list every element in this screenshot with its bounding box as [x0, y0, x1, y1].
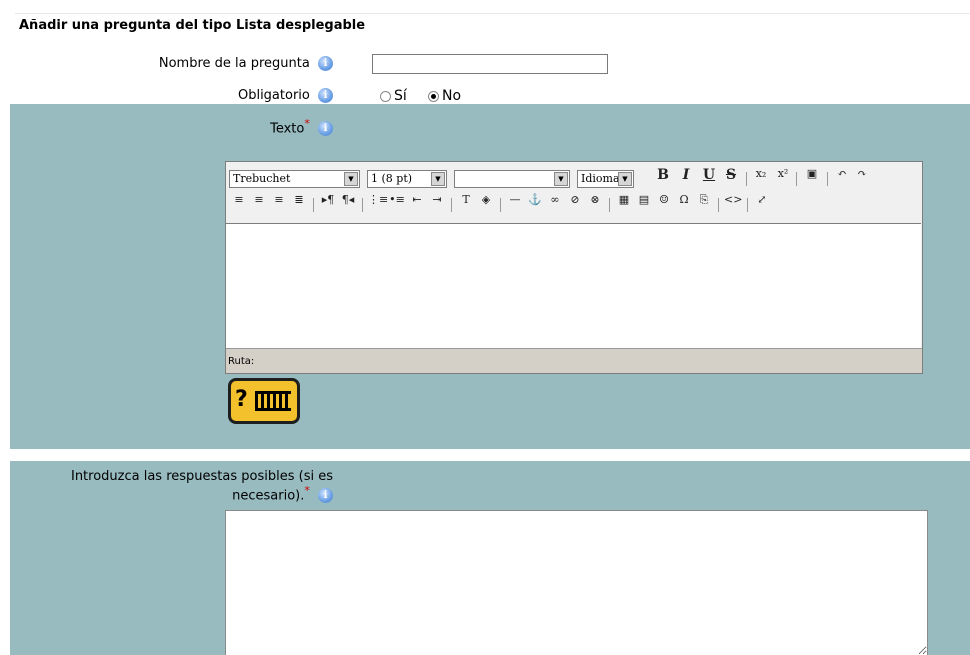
- toolbar-separator: [609, 198, 610, 212]
- toolbar-separator: [362, 198, 363, 212]
- answers-label-line2: necesario).: [232, 488, 305, 504]
- page-title: Añadir una pregunta del tipo Lista despl…: [19, 18, 366, 33]
- editor-toolbar-top: Trebuchet ▼ 1 (8 pt) ▼ ▼ Idioma ▼ B I U S x…: [226, 162, 922, 188]
- clean-word-icon[interactable]: ▣: [803, 167, 821, 189]
- format-select[interactable]: ▼: [454, 170, 570, 188]
- toolbar-separator: [313, 198, 314, 212]
- editor-content-area[interactable]: [226, 223, 921, 348]
- text-color-icon[interactable]: T: [457, 193, 475, 215]
- header-rule: [15, 13, 970, 14]
- chevron-down-icon[interactable]: ▼: [554, 172, 568, 186]
- editor-toolbar-bottom: ≡ ≡ ≡ ≣ ▸¶ ¶◂ ⋮≡ •≡ ⇤ ⇥ T ◈ — ⚓ ∞ ⊘ ⊗ ▦ …: [226, 188, 922, 222]
- question-mark-icon: ?: [235, 387, 248, 412]
- unordered-list-icon[interactable]: •≡: [388, 193, 406, 215]
- font-size-select[interactable]: 1 (8 pt) ▼: [367, 170, 447, 188]
- info-icon[interactable]: i: [318, 88, 333, 103]
- insert-table-icon[interactable]: ▤: [635, 193, 653, 215]
- insert-special-char-icon[interactable]: Ω: [675, 193, 693, 215]
- html-source-icon[interactable]: <>: [724, 193, 742, 215]
- align-center-icon[interactable]: ≡: [250, 193, 268, 215]
- toolbar-separator: [747, 198, 748, 212]
- radio-no[interactable]: No: [428, 88, 461, 104]
- chevron-down-icon[interactable]: ▼: [344, 172, 358, 186]
- align-left-icon[interactable]: ≡: [230, 193, 248, 215]
- justify-icon[interactable]: ≣: [290, 193, 308, 215]
- ltr-icon[interactable]: ▸¶: [319, 193, 337, 215]
- question-name-input[interactable]: [372, 54, 608, 74]
- info-icon[interactable]: i: [318, 56, 333, 71]
- question-name-label-row: Nombre de la pregunta i: [159, 56, 333, 71]
- chevron-down-icon[interactable]: ▼: [431, 172, 445, 186]
- info-icon[interactable]: i: [318, 488, 333, 504]
- redo-icon[interactable]: ↷: [853, 167, 871, 189]
- answers-label-block: Introduzca las respuestas posibles (si e…: [70, 469, 333, 504]
- keyboard-icon: [255, 391, 291, 411]
- superscript-icon[interactable]: x²: [774, 167, 792, 189]
- html-editor: Trebuchet ▼ 1 (8 pt) ▼ ▼ Idioma ▼ B I U S x…: [225, 161, 923, 374]
- undo-icon[interactable]: ↶: [833, 167, 851, 189]
- text-label-row: Texto* i: [270, 117, 333, 137]
- strikethrough-icon[interactable]: S: [722, 167, 740, 189]
- anchor-icon[interactable]: ⚓: [526, 193, 544, 215]
- insert-smiley-icon[interactable]: ☺: [655, 193, 673, 215]
- unlink-icon[interactable]: ⊘: [566, 193, 584, 215]
- underline-icon[interactable]: U: [700, 167, 718, 189]
- toolbar-separator: [796, 172, 797, 186]
- subscript-icon[interactable]: x₂: [752, 167, 770, 189]
- font-family-value: Trebuchet: [233, 172, 291, 185]
- chevron-down-icon[interactable]: ▼: [618, 172, 632, 186]
- radio-yes-label: Sí: [394, 88, 407, 104]
- required-label-row: Obligatorio i: [238, 88, 333, 103]
- question-name-label: Nombre de la pregunta: [158, 56, 310, 71]
- answers-textarea[interactable]: [225, 510, 928, 655]
- background-color-icon[interactable]: ◈: [477, 193, 495, 215]
- toolbar-separator: [746, 172, 747, 186]
- radio-no-circle[interactable]: [428, 90, 439, 102]
- fullscreen-icon[interactable]: ⤢: [753, 193, 771, 215]
- indent-icon[interactable]: ⇥: [428, 193, 446, 215]
- search-replace-icon[interactable]: ⎘: [695, 193, 713, 215]
- bold-icon[interactable]: B: [654, 167, 672, 189]
- editor-path-bar: Ruta:: [226, 348, 922, 373]
- required-label: Obligatorio: [237, 88, 310, 103]
- text-label: Texto: [270, 121, 305, 137]
- rtl-icon[interactable]: ¶◂: [339, 193, 357, 215]
- toolbar-separator: [451, 198, 452, 212]
- ordered-list-icon[interactable]: ⋮≡: [368, 193, 388, 215]
- radio-no-label: No: [442, 88, 462, 104]
- font-size-value: 1 (8 pt): [371, 172, 413, 185]
- info-icon[interactable]: i: [318, 121, 333, 137]
- language-value: Idioma: [581, 172, 620, 185]
- toolbar-separator: [500, 198, 501, 212]
- required-star: *: [304, 117, 310, 130]
- radio-yes-circle[interactable]: [380, 90, 391, 102]
- radio-yes[interactable]: Sí: [380, 88, 407, 104]
- outdent-icon[interactable]: ⇤: [408, 193, 426, 215]
- font-family-select[interactable]: Trebuchet ▼: [229, 170, 360, 188]
- path-label: Ruta:: [228, 356, 255, 367]
- answers-label-line1: Introduzca las respuestas posibles (si e…: [70, 469, 333, 484]
- italic-icon[interactable]: I: [677, 167, 695, 189]
- link-icon[interactable]: ∞: [546, 193, 564, 215]
- toolbar-separator: [827, 172, 828, 186]
- language-select[interactable]: Idioma ▼: [577, 170, 634, 188]
- required-star: *: [304, 484, 310, 497]
- align-right-icon[interactable]: ≡: [270, 193, 288, 215]
- horizontal-rule-icon[interactable]: —: [506, 193, 524, 215]
- insert-image-icon[interactable]: ▦: [615, 193, 633, 215]
- keyboard-help-icon[interactable]: ?: [228, 378, 300, 424]
- nolink-icon[interactable]: ⊗: [586, 193, 604, 215]
- toolbar-separator: [718, 198, 719, 212]
